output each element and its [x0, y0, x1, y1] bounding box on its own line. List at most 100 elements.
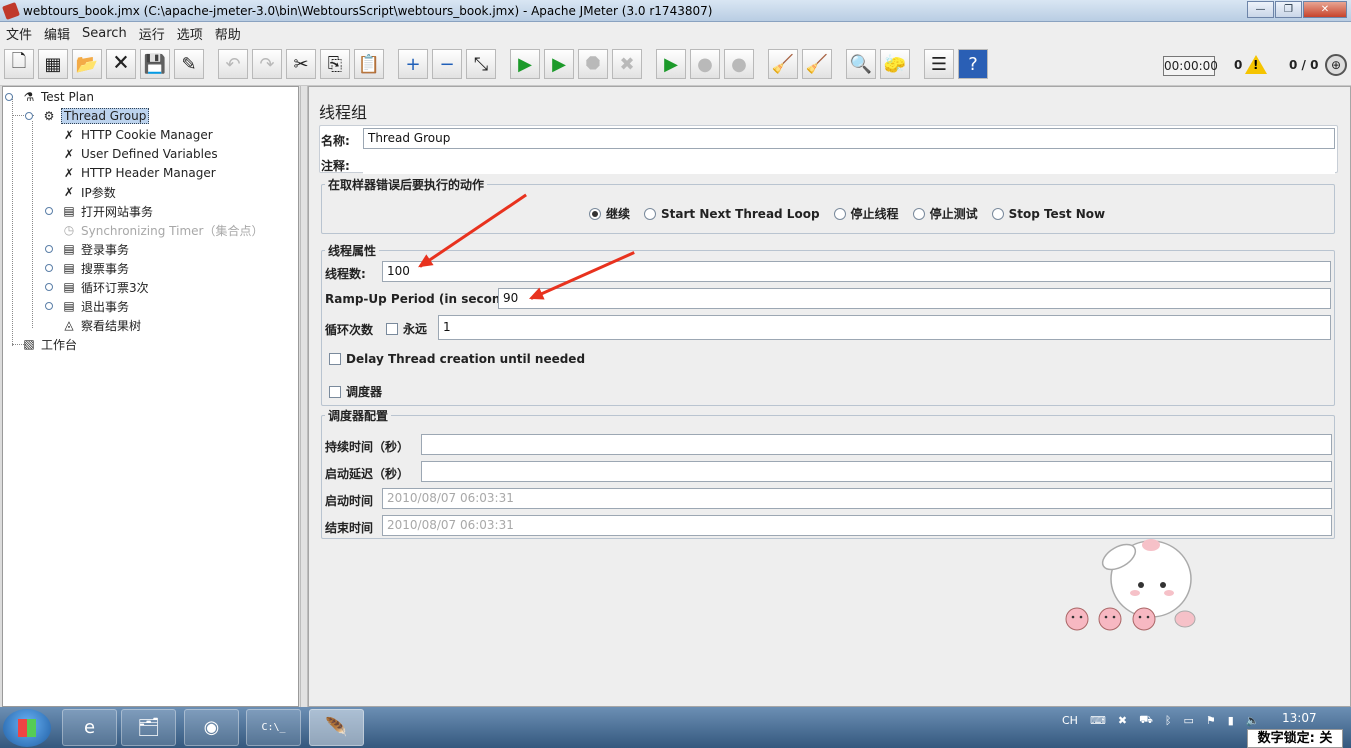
tray-icon[interactable]: ⌨: [1090, 714, 1106, 727]
radio-indicator[interactable]: [833, 207, 846, 220]
tree-node[interactable]: ▧ 工作台: [21, 335, 77, 353]
collapse-icon[interactable]: −: [432, 49, 462, 79]
remote-stop-icon[interactable]: ●: [690, 49, 720, 79]
copy-icon[interactable]: ⎘: [320, 49, 350, 79]
radio-indicator[interactable]: [589, 207, 601, 220]
tree-node[interactable]: ✗ User Defined Variables: [61, 145, 218, 163]
tree-node[interactable]: ▤ 搜票事务: [61, 259, 129, 277]
scheduler-checkbox[interactable]: [329, 385, 341, 398]
toggle-icon[interactable]: ⤡: [466, 49, 496, 79]
save-screenshot-icon[interactable]: ✎: [174, 49, 204, 79]
startup-delay-input[interactable]: [421, 461, 1332, 482]
tree-node[interactable]: ⚙ Thread Group: [41, 107, 150, 125]
radio-indicator[interactable]: [644, 207, 657, 220]
minimize-button[interactable]: —: [1247, 1, 1274, 18]
tree-node[interactable]: ✗ HTTP Cookie Manager: [61, 126, 213, 144]
menu-file[interactable]: 文件: [6, 24, 32, 43]
window-title: webtours_book.jmx (C:\apache-jmeter-3.0\…: [23, 3, 713, 18]
ie-taskbar-button[interactable]: e: [62, 709, 117, 746]
tree-node[interactable]: ▤ 登录事务: [61, 240, 129, 258]
error-action-radio[interactable]: 继续: [589, 205, 630, 222]
forever-checkbox[interactable]: [386, 322, 398, 335]
error-action-radio[interactable]: 停止测试: [912, 205, 978, 222]
radio-indicator[interactable]: [912, 207, 925, 220]
tray-icon[interactable]: ⛟: [1139, 713, 1153, 728]
start-button[interactable]: [3, 709, 51, 747]
close-window-button[interactable]: ✕: [1303, 1, 1347, 18]
threads-input[interactable]: 100: [382, 261, 1331, 282]
tree-node[interactable]: ⚗ Test Plan: [21, 88, 94, 106]
tree-expand-handle[interactable]: [5, 93, 13, 101]
delay-thread-checkbox[interactable]: [329, 353, 341, 365]
test-plan-tree[interactable]: ⚗ Test Plan ⚙ Thread Group ✗ HTTP Cookie Mana…: [2, 86, 299, 707]
shutdown-icon[interactable]: ✖: [612, 49, 642, 79]
reset-search-icon[interactable]: 🧽: [880, 49, 910, 79]
menu-search[interactable]: Search: [82, 26, 127, 41]
menu-run[interactable]: 运行: [139, 24, 165, 43]
remote-start-icon[interactable]: ▶: [656, 49, 686, 79]
menu-edit[interactable]: 编辑: [44, 24, 70, 43]
cmd-taskbar-button[interactable]: C:\_: [246, 709, 301, 746]
templates-icon[interactable]: ▦: [38, 49, 68, 79]
explorer-taskbar-button[interactable]: 🗂: [121, 709, 176, 746]
redo-icon[interactable]: ↷: [252, 49, 282, 79]
tree-expand-handle[interactable]: [45, 283, 53, 291]
tray-icon[interactable]: ⚑: [1206, 714, 1216, 727]
remote-exit-icon[interactable]: ●: [724, 49, 754, 79]
comment-input[interactable]: [363, 153, 1335, 174]
tray-icon[interactable]: ✖: [1118, 714, 1127, 727]
tree-node[interactable]: ✗ HTTP Header Manager: [61, 164, 216, 182]
help-icon[interactable]: ?: [958, 49, 988, 79]
search-icon[interactable]: 🔍: [846, 49, 876, 79]
menu-options[interactable]: 选项: [177, 24, 203, 43]
clear-icon[interactable]: 🧹: [768, 49, 798, 79]
undo-icon[interactable]: ↶: [218, 49, 248, 79]
window-titlebar[interactable]: webtours_book.jmx (C:\apache-jmeter-3.0\…: [0, 0, 1351, 22]
duration-input[interactable]: [421, 434, 1332, 455]
new-icon[interactable]: 🗋: [4, 49, 34, 79]
warning-icon[interactable]: !: [1245, 55, 1267, 74]
tree-node[interactable]: ◷ Synchronizing Timer（集合点）: [61, 221, 264, 239]
tree-node[interactable]: ▤ 循环订票3次: [61, 278, 148, 296]
clear-all-icon[interactable]: 🧹: [802, 49, 832, 79]
remote-status-icon[interactable]: ⊕: [1325, 54, 1347, 76]
tree-node[interactable]: ▤ 打开网站事务: [61, 202, 153, 220]
stop-icon[interactable]: ⯃: [578, 49, 608, 79]
error-action-radio[interactable]: Start Next Thread Loop: [644, 207, 820, 221]
paste-icon[interactable]: 📋: [354, 49, 384, 79]
jmeter-taskbar-button[interactable]: 🪶: [309, 709, 364, 746]
tray-icon[interactable]: 🔈: [1246, 714, 1260, 727]
save-icon[interactable]: 💾: [140, 49, 170, 79]
tree-node[interactable]: ▤ 退出事务: [61, 297, 129, 315]
maximize-button[interactable]: ❐: [1275, 1, 1302, 18]
tree-expand-handle[interactable]: [45, 302, 53, 310]
tray-icon[interactable]: ▮: [1228, 714, 1234, 727]
tree-expand-handle[interactable]: [45, 207, 53, 215]
chrome-taskbar-button[interactable]: ◉: [184, 709, 239, 746]
name-input[interactable]: Thread Group: [363, 128, 1335, 149]
error-action-radio[interactable]: Stop Test Now: [991, 207, 1105, 221]
expand-icon[interactable]: +: [398, 49, 428, 79]
tree-node[interactable]: ◬ 察看结果树: [61, 316, 141, 334]
tree-expand-handle[interactable]: [45, 245, 53, 253]
start-icon[interactable]: ▶: [510, 49, 540, 79]
open-icon[interactable]: 📂: [72, 49, 102, 79]
tray-icon[interactable]: ▭: [1184, 714, 1194, 727]
clock[interactable]: 13:07: [1282, 711, 1317, 725]
radio-indicator[interactable]: [991, 207, 1004, 220]
start-time-input[interactable]: 2010/08/07 06:03:31: [382, 488, 1332, 509]
splitter[interactable]: [300, 86, 308, 707]
tree-expand-handle[interactable]: [25, 112, 33, 120]
rampup-input[interactable]: 90: [498, 288, 1331, 309]
tree-expand-handle[interactable]: [45, 264, 53, 272]
close-icon[interactable]: 🗙: [106, 49, 136, 79]
cut-icon[interactable]: ✂: [286, 49, 316, 79]
function-helper-icon[interactable]: ☰: [924, 49, 954, 79]
start-no-pause-icon[interactable]: ▶: [544, 49, 574, 79]
menu-help[interactable]: 帮助: [215, 24, 241, 43]
loop-count-input[interactable]: 1: [438, 315, 1331, 340]
tray-icon[interactable]: CH: [1062, 714, 1078, 727]
tray-icon[interactable]: ᛒ: [1165, 714, 1172, 727]
tree-node[interactable]: ✗ IP参数: [61, 183, 116, 201]
error-action-radio[interactable]: 停止线程: [833, 205, 899, 222]
